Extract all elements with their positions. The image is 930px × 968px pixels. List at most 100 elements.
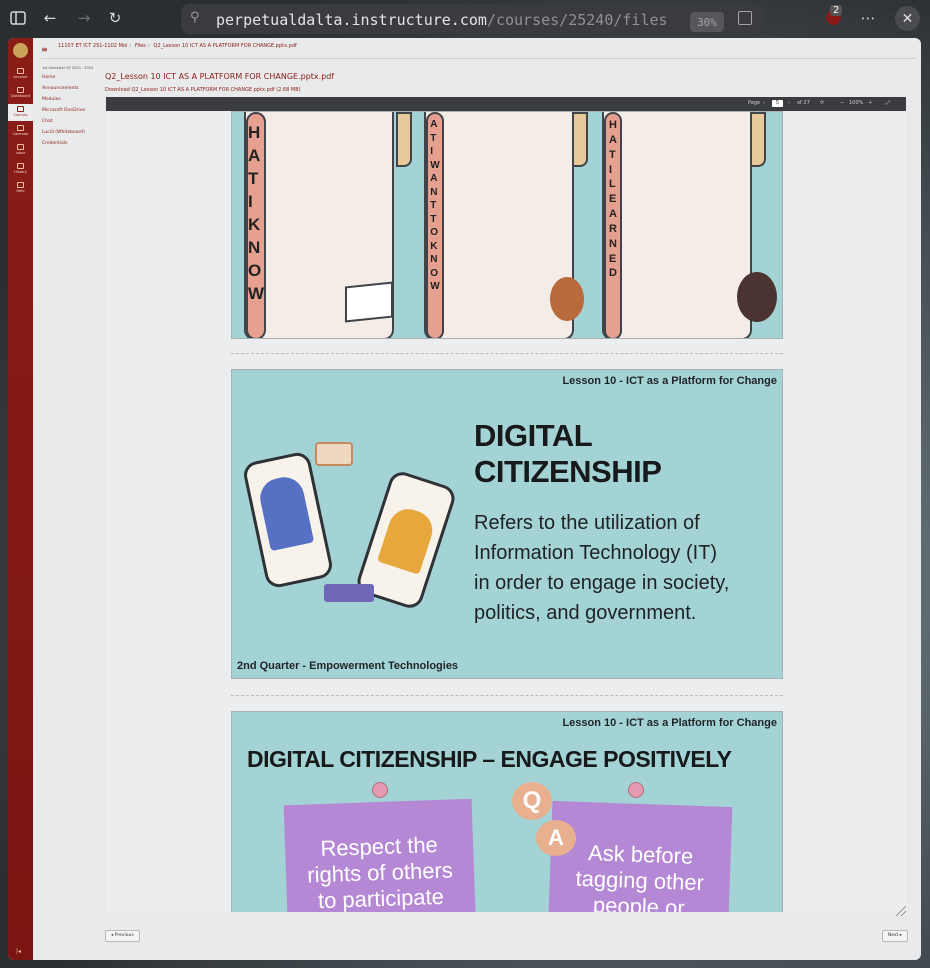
spine-letter: E [609,252,617,265]
courses-icon [17,106,24,112]
breadcrumb: 11107 ET ICT 251-1102 Mol › Files › Q2_Les… [58,43,297,49]
nav-history[interactable]: History [8,161,33,178]
definition-line1: Refers to the utilization of [474,512,700,534]
kwl-tab-2 [572,112,588,167]
more-icon[interactable]: ⋯ [858,8,878,28]
dashboard-icon [17,87,24,93]
spine-letter: A [430,119,438,130]
keyboard-illustration [324,584,374,602]
sidebar-toggle-icon[interactable] [8,8,28,28]
spine-letter: H [247,123,261,142]
a-bubble-icon: A [536,820,576,856]
spine-letter: O [247,260,262,280]
slide-engage-positively: Lesson 10 - ICT as a Platform for Change… [231,711,783,912]
page-label: Page [748,100,761,106]
hamburger-icon[interactable]: ≡ [41,45,48,54]
school-logo[interactable] [11,41,30,60]
fullscreen-icon[interactable]: ⤢ [886,100,890,106]
spine-letter: H [609,119,617,131]
page-separator [231,695,783,696]
forward-icon[interactable]: → [74,8,94,28]
reload-icon[interactable]: ↻ [105,8,125,28]
previous-button[interactable]: ◂ Previous [105,930,140,942]
course-nav-chat[interactable]: Chat [42,119,102,130]
slide-header: Lesson 10 - ICT as a Platform for Change [562,375,777,387]
close-icon[interactable]: ✕ [895,6,920,31]
definition-line3: in order to engage in society, [474,572,730,594]
zoom-badge[interactable]: 30% [690,12,724,32]
collapse-nav-icon[interactable]: |◂ [16,948,21,955]
course-nav-modules[interactable]: Modules [42,97,102,108]
girl-illustration [737,272,777,322]
nav-dashboard[interactable]: Dashboard [8,85,33,102]
back-icon[interactable]: ← [40,8,60,28]
spine-letter: D [609,267,617,280]
boy-illustration [550,277,584,321]
web-page: Account Dashboard Courses Calendar Inbox… [8,38,921,960]
kwl-spine-want: ATIWANTTOKNOW [426,112,444,338]
url-path: /courses/25240/files [486,11,668,29]
rotate-icon[interactable]: ⟳ [820,100,824,106]
course-nav-lucid[interactable]: Lucid (Whiteboard) [42,130,102,141]
breadcrumb-files[interactable]: Files [135,43,146,49]
spine-letter: I [430,146,434,157]
person-right-illustration [377,504,438,575]
nav-inbox[interactable]: Inbox [8,142,33,159]
resize-handle-icon[interactable] [896,906,906,916]
course-nav-onedrive[interactable]: Microsoft OneDrive [42,108,102,119]
site-info-icon[interactable]: ⚲ [190,10,200,25]
spine-letter: W [247,283,265,303]
course-nav-credentials[interactable]: Credentials [42,141,102,152]
next-button[interactable]: Next ▸ [881,930,908,942]
page-separator [231,353,783,354]
nav-calendar[interactable]: Calendar [8,123,33,140]
help-icon [17,182,24,188]
spine-letter: A [609,133,617,146]
spine-letter: R [609,222,617,235]
phone-illustration-left [241,450,335,590]
slide-kwl: HATIKNOW ATIWANTTOKNOW HATILEARNED [231,111,783,339]
page-total: of 27 [797,100,810,106]
header-divider [41,58,916,59]
browser-toolbar: ← → ↻ ⚲ perpetualdalta.instructure.com/c… [0,0,930,38]
nav-courses[interactable]: Courses [8,104,33,121]
download-link[interactable]: Download Q2_Lesson 10 ICT AS A PLATFORM … [105,87,301,93]
reader-icon[interactable] [738,11,752,25]
url-text[interactable]: perpetualdalta.instructure.com/courses/2… [216,11,686,29]
kwl-column-learned [602,112,752,338]
kwl-tab-1 [396,112,412,167]
global-nav: Account Dashboard Courses Calendar Inbox… [8,38,33,960]
spine-letter: W [430,281,440,292]
course-nav-announcements[interactable]: Announcements [42,86,102,97]
slide-header: Lesson 10 - ICT as a Platform for Change [562,717,777,729]
definition-line2: Information Technology (IT) [474,542,718,564]
history-icon [17,163,24,169]
next-page-icon[interactable]: › [788,100,790,106]
spine-letter: L [609,178,616,191]
pdf-toolbar: Page ‹ 5 › of 27 ⟳ − 100% + ⤢ [106,97,906,111]
address-bar[interactable]: ⚲ perpetualdalta.instructure.com/courses… [181,4,764,34]
sticky-note-respect: Respect the rights of others to particip… [283,798,477,912]
calendar-icon [17,125,24,131]
pdf-viewer[interactable]: Page ‹ 5 › of 27 ⟳ − 100% + ⤢ HATIKNOW A… [106,97,906,912]
prev-page-icon[interactable]: ‹ [763,100,765,106]
spine-letter: A [609,208,617,221]
zoom-in-icon[interactable]: + [868,100,872,106]
spine-letter: T [430,213,437,225]
spine-letter: I [609,163,613,176]
page-number-input[interactable]: 5 [772,100,783,107]
breadcrumb-file[interactable]: Q2_Lesson 10 ICT AS A PLATFORM FOR CHANG… [154,43,297,49]
person-left-illustration [256,473,315,552]
breadcrumb-course[interactable]: 11107 ET ICT 251-1102 Mol [58,43,127,49]
zoom-level[interactable]: 100% [849,100,863,106]
extension-badge: 2 [830,5,843,16]
zoom-out-icon[interactable]: − [840,100,844,106]
nav-account[interactable]: Account [8,66,33,83]
course-nav-home[interactable]: Home [42,75,102,86]
spine-letter: A [247,145,261,165]
file-pagination: ◂ Previous Next ▸ [105,930,908,944]
pushpin-icon [628,782,644,798]
nav-help[interactable]: Help [8,180,33,197]
spine-letter: T [247,168,259,188]
spine-letter: N [430,186,438,198]
